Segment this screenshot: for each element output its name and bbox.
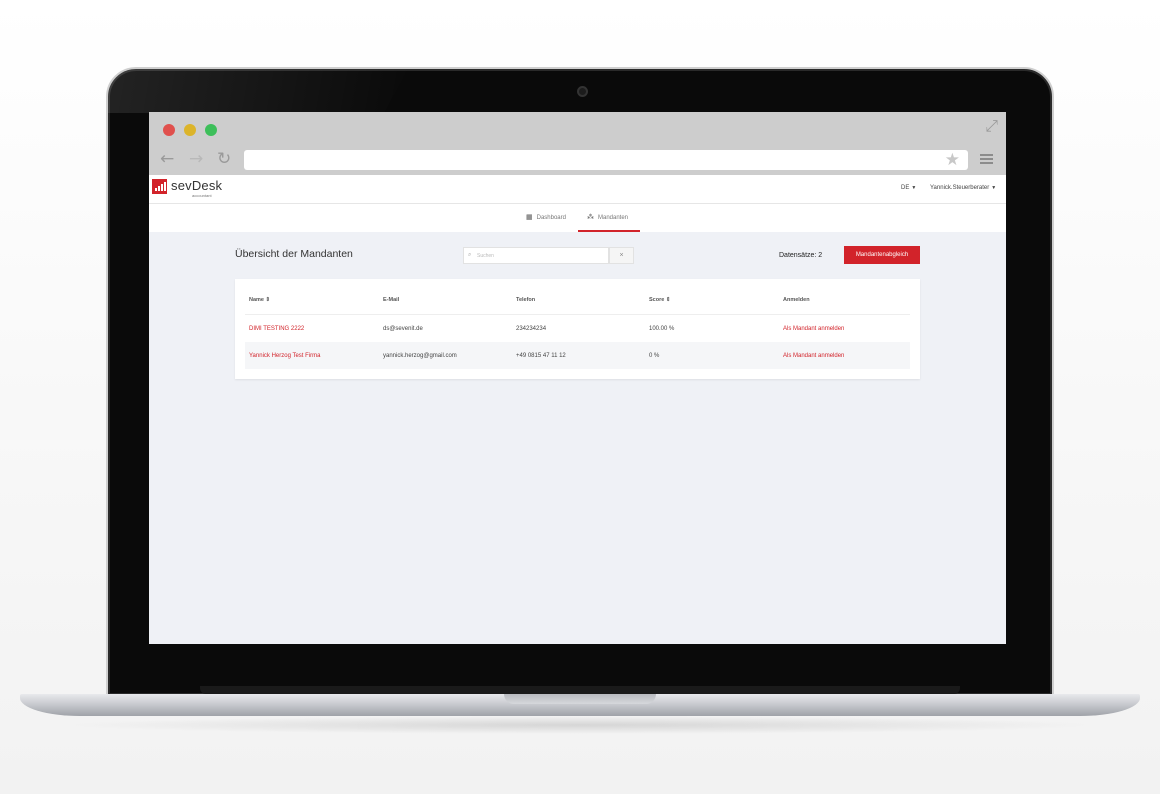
table-row: Yannick Herzog Test Firma yannick.herzog… [245,342,910,369]
mandantenabgleich-button[interactable]: Mandantenabgleich [844,246,920,264]
bezel-bottom [200,686,960,694]
language-label: DE [901,185,910,191]
bookmark-star-icon[interactable]: ★ [945,150,960,170]
client-score: 100.00 % [649,326,675,332]
window-close-button[interactable] [163,124,175,136]
column-header-login: Anmelden [783,297,810,303]
clear-search-button[interactable]: × [609,247,634,264]
search-icon: ⌕ [468,251,472,258]
browser-chrome: ⤢ ← → ↻ ★ [149,112,1006,175]
client-score: 0 % [649,353,660,359]
chevron-down-icon: ▼ [911,185,917,191]
client-email: yannick.herzog@gmail.com [383,353,457,359]
forward-icon[interactable]: → [189,149,203,169]
record-count: Datensätze: 2 [779,252,823,259]
sort-icon: ⇕ [265,297,271,303]
logo-subtext: accountant [192,193,212,198]
page-title: Übersicht der Mandanten [235,248,353,260]
sevdesk-logo-icon [152,179,167,194]
client-phone: +49 0815 47 11 12 [516,353,566,359]
language-selector[interactable]: DE ▼ [901,185,916,191]
app-header: sevDesk accountant DE ▼ Yannick.Steuerber… [149,175,1006,204]
window-maximize-button[interactable] [205,124,217,136]
client-name-link[interactable]: Yannick Herzog Test Firma [249,353,320,359]
column-header-label: Score [649,297,665,303]
grid-icon: ▦ [526,214,533,221]
window-minimize-button[interactable] [184,124,196,136]
column-header-name[interactable]: Name ⇕ [249,297,270,303]
browser-menu-icon[interactable] [980,154,993,165]
user-menu[interactable]: Yannick.Steuerberater ▼ [930,185,996,191]
client-phone: 234234234 [516,326,547,332]
search-input[interactable]: ⌕ Suchen [463,247,609,264]
client-name-link[interactable]: DIMI TESTING 2222 [249,326,304,332]
webcam [577,86,588,97]
clients-table: Name ⇕ E-Mail Telefon Score ⇕ Anmelden D… [235,279,920,379]
tabs-bar: ▦ Dashboard ⁂ Mandanten [149,204,1006,232]
logo-text: sevDesk [171,178,223,193]
login-as-client-link[interactable]: Als Mandant anmelden [783,353,844,359]
user-name: Yannick.Steuerberater [930,185,990,191]
tab-dashboard[interactable]: ▦ Dashboard [526,213,566,221]
column-header-phone: Telefon [516,297,536,303]
search-placeholder: Suchen [477,253,494,259]
tab-mandanten-label: Mandanten [598,215,629,221]
reload-icon[interactable]: ↻ [217,149,231,169]
column-header-email: E-Mail [383,297,400,303]
column-header-score[interactable]: Score ⇕ [649,297,670,303]
laptop-shadow [60,716,1100,734]
lid-reflection [108,69,408,113]
screen: ⤢ ← → ↻ ★ sevDesk accountant DE ▼ Yannick… [149,112,1006,644]
active-tab-indicator [578,230,640,232]
back-icon[interactable]: ← [160,149,174,169]
client-email: ds@sevenit.de [383,326,423,332]
fullscreen-icon[interactable]: ⤢ [985,118,998,136]
tab-dashboard-label: Dashboard [536,215,566,221]
column-header-label: Name [249,297,264,303]
address-bar[interactable]: ★ [244,150,968,170]
tab-mandanten[interactable]: ⁂ Mandanten [587,213,628,221]
laptop-notch [504,694,656,704]
sitemap-icon: ⁂ [587,214,594,221]
chevron-down-icon: ▼ [991,185,997,191]
login-as-client-link[interactable]: Als Mandant anmelden [783,326,844,332]
sort-icon: ⇕ [665,297,671,303]
table-row: DIMI TESTING 2222 ds@sevenit.de 23423423… [245,314,910,341]
